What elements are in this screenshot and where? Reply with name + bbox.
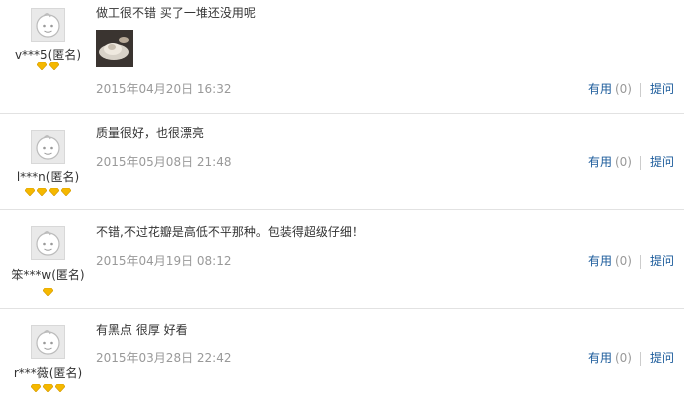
divider [639,155,641,170]
review-text: 质量很好，也很漂亮 [96,126,205,140]
useful-count: (0) [614,351,632,365]
level-gem-icon [61,188,71,196]
review-actions: 有用 (0) 提问 [588,80,674,97]
review-actions: 有用 (0) 提问 [588,252,674,269]
level-gem-icon [55,384,65,392]
review-text: 不错,不过花瓣是高低不平那种。包装得超级仔细！ [96,225,364,239]
review-photo-thumbnail[interactable] [96,30,133,67]
useful-button[interactable]: 有用 [588,351,612,365]
avatar[interactable] [31,325,65,359]
review-date: 2015年05月08日 21:48 [96,155,232,169]
level-gem-icon [31,384,41,392]
avatar[interactable] [31,226,65,260]
avatar[interactable] [31,130,65,164]
review-actions: 有用 (0) 提问 [588,153,674,170]
default-avatar-icon [36,231,60,256]
useful-count: (0) [614,155,632,169]
divider [639,351,641,366]
review-date: 2015年04月20日 16:32 [96,82,232,96]
ask-question-link[interactable]: 提问 [650,254,674,268]
avatar[interactable] [31,8,65,42]
useful-button[interactable]: 有用 [588,155,612,169]
useful-button[interactable]: 有用 [588,82,612,96]
review-item: r***薇(匿名) 有黑点 很厚 好看 2015年03月28日 22:42 有用… [0,309,684,410]
review-date: 2015年03月28日 22:42 [96,351,232,365]
member-level [0,188,96,196]
useful-count: (0) [614,82,632,96]
ask-question-link[interactable]: 提问 [650,155,674,169]
level-gem-icon [37,62,47,70]
default-avatar-icon [36,13,60,38]
review-text: 有黑点 很厚 好看 [96,323,188,337]
reviewer-name[interactable]: v***5(匿名) [0,46,96,63]
member-level [0,62,96,70]
review-list: v***5(匿名) 做工很不错 买了一堆还没用呢 2015年04月20日 16:… [0,0,684,410]
review-item: l***n(匿名) 质量很好，也很漂亮 2015年05月08日 21:48 有用… [0,114,684,210]
member-level [0,384,96,392]
ask-question-link[interactable]: 提问 [650,82,674,96]
useful-count: (0) [614,254,632,268]
review-item: 笨***w(匿名) 不错,不过花瓣是高低不平那种。包装得超级仔细！ 2015年0… [0,210,684,309]
divider [639,254,641,269]
review-item: v***5(匿名) 做工很不错 买了一堆还没用呢 2015年04月20日 16:… [0,0,684,114]
level-gem-icon [25,188,35,196]
reviewer-name[interactable]: 笨***w(匿名) [0,266,96,283]
level-gem-icon [43,384,53,392]
reviewer-name[interactable]: r***薇(匿名) [0,364,96,381]
reviewer-name[interactable]: l***n(匿名) [0,168,96,185]
photo-image [96,30,133,67]
level-gem-icon [43,288,53,296]
default-avatar-icon [36,330,60,355]
review-date: 2015年04月19日 08:12 [96,254,232,268]
default-avatar-icon [36,135,60,160]
ask-question-link[interactable]: 提问 [650,351,674,365]
level-gem-icon [37,188,47,196]
level-gem-icon [49,188,59,196]
member-level [0,288,96,296]
review-actions: 有用 (0) 提问 [588,349,674,366]
useful-button[interactable]: 有用 [588,254,612,268]
review-text: 做工很不错 买了一堆还没用呢 [96,6,256,20]
level-gem-icon [49,62,59,70]
divider [639,82,641,97]
